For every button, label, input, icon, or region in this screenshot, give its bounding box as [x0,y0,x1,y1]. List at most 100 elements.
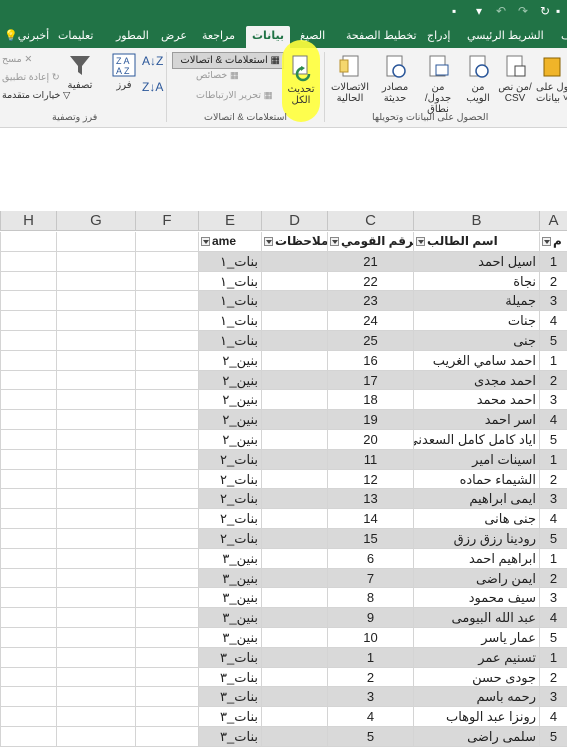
national-id-cell[interactable]: 14 [327,509,413,529]
cell[interactable] [0,430,56,450]
student-name-cell[interactable]: ايمن راضى [413,568,539,589]
cell[interactable] [0,469,56,490]
student-name-cell[interactable]: سلمى راضى [413,727,539,747]
notes-cell[interactable] [261,568,327,589]
student-name-cell[interactable]: احمد محمد [413,390,539,411]
redo-icon[interactable]: ↻ [540,3,550,19]
group-cell[interactable]: بنات_١ [198,251,261,272]
group-cell[interactable]: بنات_٢ [198,449,261,470]
reapply-button[interactable]: إعادة تطبيق ↻ [2,72,60,83]
header-cell-student-name[interactable]: اسم الطالب [413,232,539,252]
notes-cell[interactable] [261,529,327,549]
cell[interactable] [135,548,198,569]
group-cell[interactable]: بنين_٢ [198,410,261,430]
cell[interactable] [56,647,135,668]
student-name-cell[interactable]: احمد سامي الغريب [413,350,539,371]
student-name-cell[interactable]: رحمه باسم [413,687,539,708]
column-header-D[interactable]: D [261,211,327,231]
header-cell-E[interactable]: ame [198,232,261,252]
national-id-cell[interactable]: 25 [327,331,413,351]
group-cell[interactable]: بنات_٣ [198,707,261,727]
tab-home[interactable]: الشريط الرئيسي [461,26,550,48]
national-id-cell[interactable]: 23 [327,291,413,312]
notes-cell[interactable] [261,509,327,529]
cell[interactable] [135,370,198,391]
cell[interactable] [0,251,56,272]
edit-links-button[interactable]: تحرير الارتباطات ▦ [196,90,273,101]
student-name-cell[interactable]: ابراهيم احمد [413,548,539,569]
index-cell[interactable]: 3 [539,291,567,312]
index-cell[interactable]: 4 [539,707,567,727]
student-name-cell[interactable]: اسر احمد [413,410,539,430]
index-cell[interactable]: 2 [539,469,567,490]
column-header-H[interactable]: H [0,211,56,231]
notes-cell[interactable] [261,469,327,490]
advanced-filter-button[interactable]: خيارات متقدمة ▽ [2,90,70,101]
cell[interactable] [56,687,135,708]
cell[interactable] [56,588,135,609]
worksheet[interactable]: H G F E D C B A ame ملاحظات الرقم القومي… [0,211,567,750]
cell[interactable] [0,370,56,391]
national-id-cell[interactable]: 21 [327,251,413,272]
student-name-cell[interactable]: اسينات امير [413,449,539,470]
index-cell[interactable]: 1 [539,647,567,668]
header-cell-notes[interactable]: ملاحظات [261,232,327,252]
cell[interactable] [56,232,135,252]
index-cell[interactable]: 2 [539,568,567,589]
get-data-button[interactable]: حول على بيانات ˅ [536,54,567,104]
cell[interactable] [56,430,135,450]
index-cell[interactable]: 5 [539,628,567,648]
index-cell[interactable]: 3 [539,489,567,510]
save-icon[interactable]: ▪ [452,3,456,19]
cell[interactable] [0,390,56,411]
cell[interactable] [56,469,135,490]
from-web-button[interactable]: من الويب [460,54,496,104]
group-cell[interactable]: بنات_٢ [198,509,261,529]
national-id-cell[interactable]: 12 [327,469,413,490]
cell[interactable] [56,390,135,411]
tab-insert[interactable]: إدراج [421,26,456,48]
notes-cell[interactable] [261,311,327,331]
national-id-cell[interactable]: 3 [327,687,413,708]
filter-dropdown-icon[interactable] [416,237,425,247]
cell[interactable] [56,271,135,292]
cell[interactable] [56,509,135,529]
tab-page-layout[interactable]: تخطيط الصفحة [340,26,423,48]
national-id-cell[interactable]: 24 [327,311,413,331]
cell[interactable] [0,647,56,668]
notes-cell[interactable] [261,449,327,470]
cell[interactable] [56,548,135,569]
cell[interactable] [135,311,198,331]
column-header-E[interactable]: E [198,211,261,231]
national-id-cell[interactable]: 4 [327,707,413,727]
sort-za-button[interactable]: Z↓A [142,81,163,93]
cell[interactable] [135,291,198,312]
notes-cell[interactable] [261,410,327,430]
group-cell[interactable]: بنات_٢ [198,469,261,490]
cell[interactable] [0,271,56,292]
student-name-cell[interactable]: جودى حسن [413,667,539,688]
cell[interactable] [56,331,135,351]
index-cell[interactable]: 2 [539,667,567,688]
index-cell[interactable]: 1 [539,449,567,470]
national-id-cell[interactable]: 11 [327,449,413,470]
filter-dropdown-icon[interactable] [542,237,551,247]
group-cell[interactable]: بنات_٢ [198,529,261,549]
cell[interactable] [135,509,198,529]
cell[interactable] [0,588,56,609]
recent-sources-button[interactable]: مصادر حديثة [375,54,415,104]
notes-cell[interactable] [261,647,327,668]
notes-cell[interactable] [261,291,327,312]
notes-cell[interactable] [261,350,327,371]
column-header-G[interactable]: G [56,211,135,231]
student-name-cell[interactable]: جنى هانى [413,509,539,529]
cell[interactable] [56,251,135,272]
group-cell[interactable]: بنين_٣ [198,608,261,628]
notes-cell[interactable] [261,667,327,688]
notes-cell[interactable] [261,251,327,272]
index-cell[interactable]: 5 [539,529,567,549]
index-cell[interactable]: 5 [539,331,567,351]
queries-connections-button[interactable]: استعلامات & اتصالات ▦ [172,52,284,69]
group-cell[interactable]: بنين_٣ [198,568,261,589]
group-cell[interactable]: بنين_٢ [198,370,261,391]
